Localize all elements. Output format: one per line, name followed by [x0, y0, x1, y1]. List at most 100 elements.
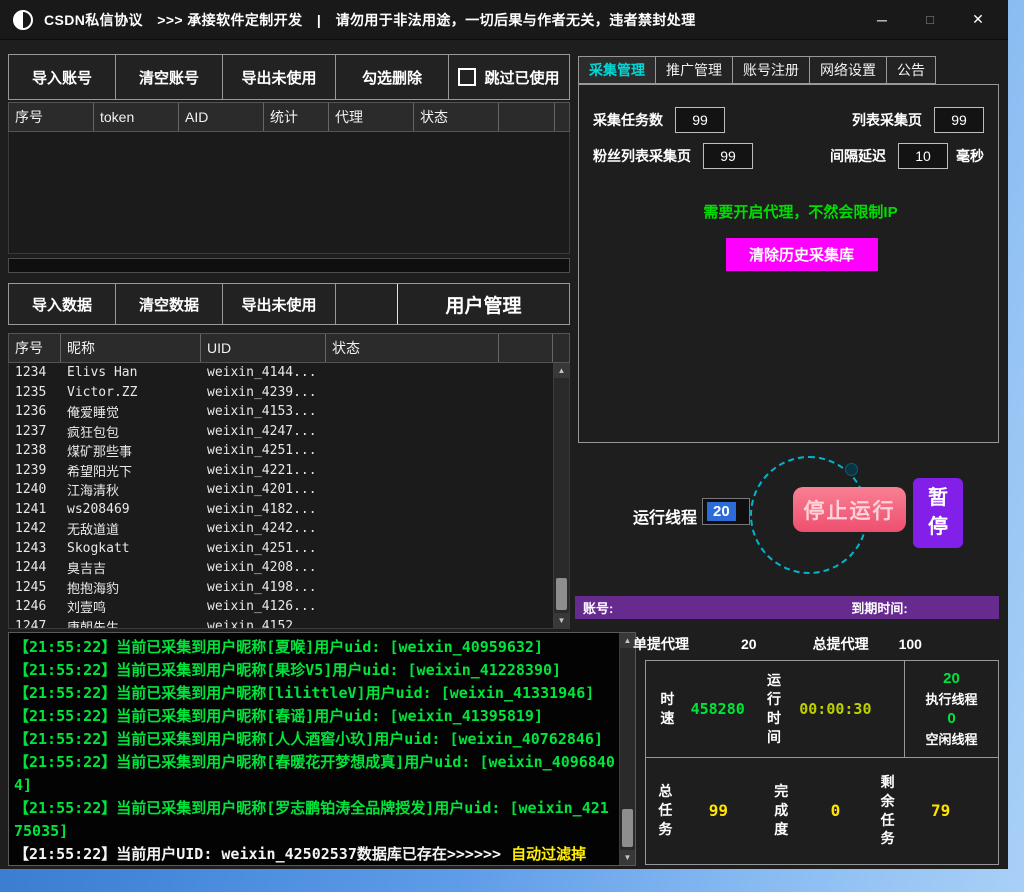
cell-nick: 希望阳光下 [61, 461, 201, 480]
cell-no: 1247 [9, 619, 61, 629]
table-row[interactable]: 1238煤矿那些事weixin_4251... [9, 441, 569, 461]
cell-no: 1242 [9, 521, 61, 536]
stop-run-button[interactable]: 停止运行 [793, 487, 906, 532]
log-scrollbar[interactable]: ▲ ▼ [619, 633, 635, 865]
table-row[interactable]: 1240江海清秋weixin_4201... [9, 480, 569, 500]
table-row[interactable]: 1247唐朝先生weixin_4152... [9, 617, 569, 630]
titlebar[interactable]: CSDN私信协议 >>> 承接软件定制开发 | 请勿用于非法用途，一切后果与作者… [0, 0, 1008, 40]
column-header[interactable]: AID [179, 103, 264, 131]
close-button[interactable]: ✕ [954, 0, 1002, 40]
column-header[interactable]: 昵称 [61, 334, 201, 362]
account-toolbar: 导入账号 清空账号 导出未使用 勾选删除 跳过已使用 [8, 54, 570, 100]
cell-uid: weixin_4239... [201, 385, 326, 400]
column-header[interactable]: 序号 [9, 334, 61, 362]
table-row[interactable]: 1239希望阳光下weixin_4221... [9, 461, 569, 481]
column-header[interactable]: 统计 [264, 103, 329, 131]
task-count-label: 采集任务数 [593, 110, 663, 130]
log-line: 【21:55:22】当前已采集到用户昵称[果珍V5]用户uid: [weixin… [14, 659, 615, 682]
delete-checked-button[interactable]: 勾选删除 [336, 55, 449, 99]
import-data-button[interactable]: 导入数据 [9, 284, 116, 324]
maximize-button[interactable]: □ [906, 0, 954, 40]
log-line: 【21:55:22】当前已采集到用户昵称[lilittleV]用户uid: [w… [14, 682, 615, 705]
cell-nick: Victor.ZZ [61, 385, 201, 400]
pause-button[interactable]: 暂停 [913, 478, 963, 548]
collect-panel: 采集任务数 99 列表采集页 99 粉丝列表采集页 99 间隔延迟 10 毫秒 … [578, 84, 999, 443]
table-row[interactable]: 1237疯狂包包weixin_4247... [9, 422, 569, 442]
skip-used-label: 跳过已使用 [484, 67, 559, 88]
table-row[interactable]: 1244臭吉吉weixin_4208... [9, 558, 569, 578]
tab-network-settings[interactable]: 网络设置 [810, 56, 887, 84]
scrollbar-thumb[interactable] [622, 809, 633, 847]
total-proxy-label: 总提代理 [813, 634, 869, 654]
user-table-rows: 1234Elivs Hanweixin_4144...1235Victor.ZZ… [9, 363, 569, 629]
table-row[interactable]: 1234Elivs Hanweixin_4144... [9, 363, 569, 383]
proxy-stats-row: 单提代理 20 总提代理 100 [633, 634, 922, 654]
column-header[interactable]: 序号 [9, 103, 94, 131]
user-management-button[interactable]: 用户管理 [398, 284, 569, 324]
column-header[interactable]: 状态 [414, 103, 499, 131]
thread-count-value: 20 [707, 502, 736, 521]
clear-history-button[interactable]: 清除历史采集库 [726, 238, 878, 271]
log-line: 【21:55:22】当前已采集到用户昵称[春暖花开梦想成真]用户uid: [we… [14, 751, 615, 797]
account-table: 序号 token AID 统计 代理 状态 [8, 102, 570, 254]
column-header[interactable]: 状态 [326, 334, 499, 362]
cell-nick: Skogkatt [61, 541, 201, 556]
table-row[interactable]: 1243Skogkattweixin_4251... [9, 539, 569, 559]
fans-page-input[interactable]: 99 [703, 143, 753, 169]
scrollbar-thumb[interactable] [556, 578, 567, 610]
table-row[interactable]: 1242无敌道道weixin_4242... [9, 519, 569, 539]
table-row[interactable]: 1246刘壹鸣weixin_4126... [9, 597, 569, 617]
table-row[interactable]: 1235Victor.ZZweixin_4239... [9, 383, 569, 403]
speed-value: 458280 [675, 700, 761, 718]
account-table-header: 序号 token AID 统计 代理 状态 [8, 102, 570, 132]
task-count-input[interactable]: 99 [675, 107, 725, 133]
thread-count-input[interactable]: 20 [702, 498, 750, 525]
minimize-button[interactable]: ─ [858, 0, 906, 40]
clear-data-button[interactable]: 清空数据 [116, 284, 223, 324]
scroll-up-icon[interactable]: ▲ [554, 363, 569, 378]
list-page-input[interactable]: 99 [934, 107, 984, 133]
cell-no: 1245 [9, 580, 61, 595]
app-window: CSDN私信协议 >>> 承接软件定制开发 | 请勿用于非法用途，一切后果与作者… [0, 0, 1008, 869]
cell-no: 1234 [9, 365, 61, 380]
skip-used-checkbox[interactable] [458, 68, 476, 86]
table-row[interactable]: 1245抱抱海豹weixin_4198... [9, 578, 569, 598]
export-unused-accounts-button[interactable]: 导出未使用 [223, 55, 336, 99]
idle-threads-label: 空闲线程 [925, 729, 977, 748]
tab-announcement[interactable]: 公告 [887, 56, 936, 84]
column-header-empty [499, 103, 555, 131]
column-header[interactable]: 代理 [329, 103, 414, 131]
cell-uid: weixin_4198... [201, 580, 326, 595]
tab-account-register[interactable]: 账号注册 [733, 56, 810, 84]
user-table-header: 序号 昵称 UID 状态 [8, 333, 570, 363]
clear-accounts-button[interactable]: 清空账号 [116, 55, 223, 99]
total-tasks-value: 99 [709, 801, 728, 820]
cell-nick: 唐朝先生 [61, 617, 201, 629]
cell-nick: 煤矿那些事 [61, 441, 201, 460]
tab-collect-management[interactable]: 采集管理 [578, 56, 656, 84]
scroll-down-icon[interactable]: ▼ [554, 613, 569, 628]
account-label: 账号: [583, 598, 613, 617]
column-header[interactable]: token [94, 103, 179, 131]
circle-knob-decoration [845, 463, 858, 476]
cell-no: 1239 [9, 463, 61, 478]
skip-used-cell: 跳过已使用 [449, 55, 569, 99]
cell-uid: weixin_4251... [201, 541, 326, 556]
import-accounts-button[interactable]: 导入账号 [9, 55, 116, 99]
user-table-scrollbar[interactable]: ▲ ▼ [553, 363, 569, 628]
column-header[interactable]: UID [201, 334, 326, 362]
tab-promotion-management[interactable]: 推广管理 [656, 56, 733, 84]
cell-no: 1236 [9, 404, 61, 419]
scroll-down-icon[interactable]: ▼ [620, 850, 635, 865]
user-toolbar: 导入数据 清空数据 导出未使用 用户管理 [8, 283, 570, 325]
total-tasks-label: 总任务 [658, 782, 673, 839]
idle-threads-value: 0 [947, 710, 955, 727]
export-unused-data-button[interactable]: 导出未使用 [223, 284, 336, 324]
task-stats-box: 总任务 99 完成度 0 剩余任务 79 [645, 757, 999, 865]
table-row[interactable]: 1241ws208469weixin_4182... [9, 500, 569, 520]
user-table: 序号 昵称 UID 状态 1234Elivs Hanweixin_4144...… [8, 333, 570, 629]
exec-threads-value: 20 [943, 670, 960, 687]
delay-input[interactable]: 10 [898, 143, 948, 169]
window-controls: ─ □ ✕ [858, 0, 1002, 40]
table-row[interactable]: 1236俺爱睡觉weixin_4153... [9, 402, 569, 422]
